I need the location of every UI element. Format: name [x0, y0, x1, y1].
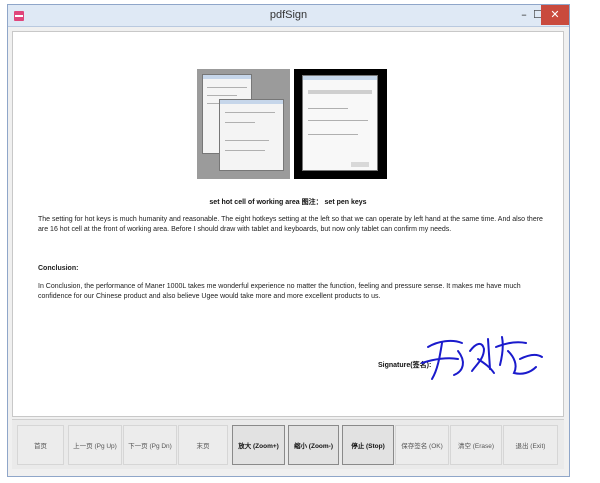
figure-hot-cell-screenshot [197, 69, 290, 179]
title-bar[interactable]: pdfSign – ☐ ✕ [8, 5, 569, 27]
bottom-toolbar: 首页 上一页 (Pg Up) 下一页 (Pg Dn) 末页 放大 (Zoom+)… [12, 419, 564, 469]
exit-button[interactable]: 退出 (Exit) [503, 425, 558, 465]
zoom-out-button[interactable]: 缩小 (Zoom-) [288, 425, 339, 465]
figure-pen-keys-screenshot [294, 69, 387, 179]
window-title: pdfSign [269, 9, 308, 21]
save-signature-button[interactable]: 保存签名 (OK) [395, 425, 449, 465]
close-button[interactable]: ✕ [541, 5, 569, 25]
stop-button[interactable]: 停止 (Stop) [342, 425, 394, 465]
erase-button[interactable]: 清空 (Erase) [450, 425, 502, 465]
paragraph-conclusion: In Conclusion, the performance of Maner … [38, 283, 521, 300]
next-page-button[interactable]: 下一页 (Pg Dn) [123, 425, 177, 465]
pen-keys-window-image [302, 75, 378, 171]
dialog-window-image [219, 99, 284, 171]
conclusion-heading: Conclusion: [38, 265, 79, 272]
last-page-button[interactable]: 末页 [178, 425, 228, 465]
document-view[interactable]: set hot cell of working area 图注： set pen… [12, 31, 564, 417]
handwritten-signature[interactable] [418, 329, 548, 384]
pdfsign-window: pdfSign – ☐ ✕ set hot cell of working ar… [7, 4, 570, 477]
zoom-in-button[interactable]: 放大 (Zoom+) [232, 425, 285, 465]
previous-page-button[interactable]: 上一页 (Pg Up) [68, 425, 122, 465]
paragraph-hot-keys: The setting for hot keys is much humanit… [38, 216, 543, 233]
figure-caption: set hot cell of working area 图注： set pen… [209, 199, 367, 206]
first-page-button[interactable]: 首页 [17, 425, 64, 465]
